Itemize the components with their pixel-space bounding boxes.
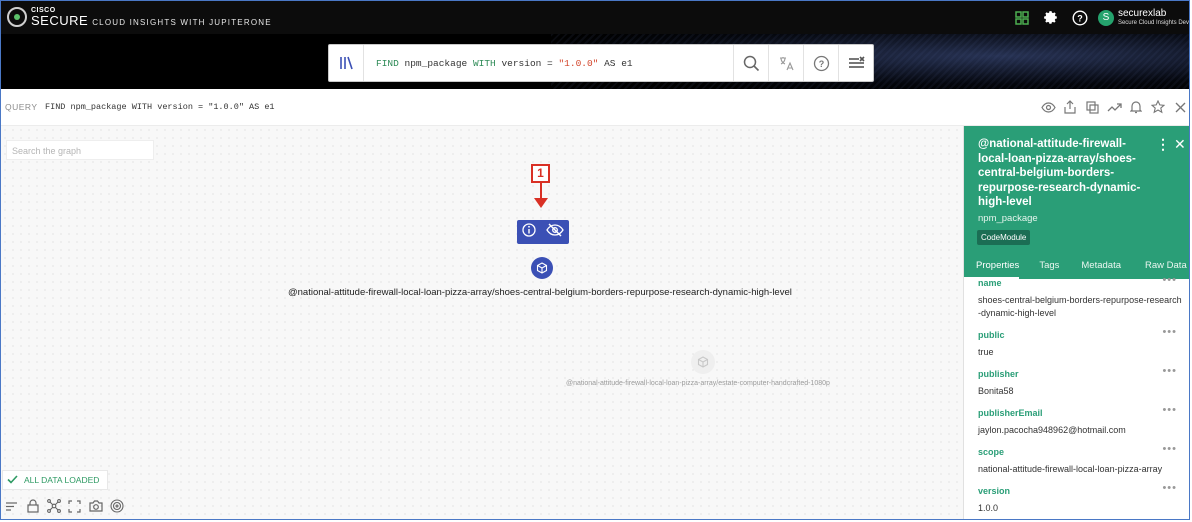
svg-text:?: ? xyxy=(1077,13,1083,23)
top-bar: CISCO SECURE CLOUD INSIGHTS WITH JUPITER… xyxy=(1,1,1189,34)
camera-icon[interactable] xyxy=(85,496,106,516)
property-more-icon[interactable]: ••• xyxy=(1162,326,1177,338)
node-toolbar xyxy=(517,220,569,244)
graph-canvas[interactable]: Search the graph 1 @national-attitude-fi… xyxy=(1,126,963,519)
entity-title: @national-attitude-firewall-local-loan-p… xyxy=(978,138,1141,208)
tab-tags[interactable]: Tags xyxy=(1019,259,1059,279)
close-query-icon[interactable] xyxy=(1169,97,1189,117)
query-search-box[interactable]: FIND npm_package WITH version = "1.0.0" … xyxy=(328,44,874,82)
more-vertical-icon[interactable]: ⋮ xyxy=(1156,136,1170,153)
target-icon[interactable] xyxy=(106,496,127,516)
panel-tabs: Properties Tags Metadata Raw Data xyxy=(964,259,1189,279)
graph-search-input[interactable]: Search the graph xyxy=(6,140,154,160)
brand-product-text: CLOUD INSIGHTS WITH JUPITERONE xyxy=(92,18,272,27)
property-name: name xyxy=(978,278,1002,288)
graph-node-label: @national-attitude-firewall-local-loan-p… xyxy=(288,287,792,298)
translate-icon[interactable] xyxy=(768,45,803,81)
fullscreen-icon[interactable] xyxy=(64,496,85,516)
property-more-icon[interactable]: ••• xyxy=(1162,443,1177,455)
property-value: jaylon.pacocha948962@hotmail.com xyxy=(978,425,1126,435)
brand-logo[interactable]: CISCO SECURE CLOUD INSIGHTS WITH JUPITER… xyxy=(7,7,272,27)
app-window: CISCO SECURE CLOUD INSIGHTS WITH JUPITER… xyxy=(0,0,1190,520)
tab-properties[interactable]: Properties xyxy=(964,259,1020,279)
app-grid-icon[interactable] xyxy=(1011,7,1033,29)
network-layout-icon[interactable] xyxy=(43,496,64,516)
property-name: publisher xyxy=(978,369,1019,379)
graph-toolbar xyxy=(1,496,127,516)
eye-icon[interactable] xyxy=(1037,97,1059,117)
user-avatar[interactable]: S xyxy=(1097,9,1114,26)
data-loaded-text: ALL DATA LOADED xyxy=(24,475,100,485)
property-row: version ••• 1.0.0 xyxy=(978,482,1183,515)
property-name: version xyxy=(978,486,1011,496)
star-icon[interactable] xyxy=(1147,97,1169,117)
graph-node-selected[interactable] xyxy=(531,257,553,279)
property-value: shoes-central-belgium-borders-repurpose-… xyxy=(978,295,1182,318)
check-icon xyxy=(7,474,18,486)
property-row: publisherEmail ••• jaylon.pacocha948962@… xyxy=(978,404,1183,437)
property-value: true xyxy=(978,347,994,357)
query-library-icon[interactable] xyxy=(329,45,364,81)
close-panel-icon[interactable]: ✕ xyxy=(1174,136,1186,153)
lock-icon[interactable] xyxy=(22,496,43,516)
hide-node-icon[interactable] xyxy=(546,223,564,242)
query-help-icon[interactable]: ? xyxy=(803,45,838,81)
tab-metadata[interactable]: Metadata xyxy=(1059,259,1121,279)
user-menu[interactable]: securexlab Secure Cloud Insights Dev xyxy=(1118,9,1189,26)
entity-class-badge: CodeModule xyxy=(977,230,1031,245)
trend-icon[interactable] xyxy=(1103,97,1125,117)
share-icon[interactable] xyxy=(1059,97,1081,117)
copy-icon[interactable] xyxy=(1081,97,1103,117)
graph-node-label: @national-attitude-firewall-local-loan-p… xyxy=(566,380,830,387)
property-more-icon[interactable]: ••• xyxy=(1162,274,1177,286)
property-row: public ••• true xyxy=(978,326,1183,359)
search-input[interactable]: FIND npm_package WITH version = "1.0.0" … xyxy=(364,58,733,69)
brand-secure-text: SECURE xyxy=(31,13,89,28)
property-value: 1.0.0 xyxy=(978,503,999,513)
property-row: name ••• shoes-central-belgium-borders-r… xyxy=(978,274,1183,320)
query-label: QUERY xyxy=(5,102,38,112)
settings-gear-icon[interactable] xyxy=(1040,7,1062,29)
user-name: securexlab xyxy=(1117,8,1167,20)
filter-clear-icon[interactable] xyxy=(838,45,873,81)
bell-icon[interactable] xyxy=(1125,97,1147,117)
cisco-logo-icon xyxy=(7,7,27,27)
user-org: Secure Cloud Insights Dev xyxy=(1117,19,1189,26)
property-name: publisherEmail xyxy=(978,408,1043,418)
property-row: publisher ••• Bonita58 xyxy=(978,365,1183,398)
svg-text:?: ? xyxy=(818,59,824,69)
property-name: public xyxy=(978,330,1005,340)
property-value: national-attitude-firewall-local-loan-pi… xyxy=(978,464,1163,474)
property-more-icon[interactable]: ••• xyxy=(1162,482,1177,494)
current-query-text: FIND npm_package WITH version = "1.0.0" … xyxy=(45,102,275,112)
graph-node[interactable] xyxy=(691,350,715,374)
node-info-icon[interactable] xyxy=(522,222,536,242)
property-name: scope xyxy=(978,447,1005,457)
panel-header: @national-attitude-firewall-local-loan-p… xyxy=(964,126,1189,279)
annotation-callout-number: 1 xyxy=(531,164,550,183)
property-value: Bonita58 xyxy=(978,386,1014,396)
filter-lines-icon[interactable] xyxy=(1,496,22,516)
search-banner: FIND npm_package WITH version = "1.0.0" … xyxy=(1,34,1189,89)
help-icon[interactable]: ? xyxy=(1069,7,1091,29)
entity-type: npm_package xyxy=(978,213,1038,224)
search-icon[interactable] xyxy=(733,45,768,81)
current-query-bar: QUERY FIND npm_package WITH version = "1… xyxy=(1,89,1189,126)
annotation-arrow-head xyxy=(534,198,548,208)
data-loaded-status: ALL DATA LOADED xyxy=(2,470,109,490)
property-more-icon[interactable]: ••• xyxy=(1162,365,1177,377)
entity-details-panel: @national-attitude-firewall-local-loan-p… xyxy=(963,126,1189,519)
property-row: scope ••• national-attitude-firewall-loc… xyxy=(978,443,1183,476)
property-more-icon[interactable]: ••• xyxy=(1162,404,1177,416)
